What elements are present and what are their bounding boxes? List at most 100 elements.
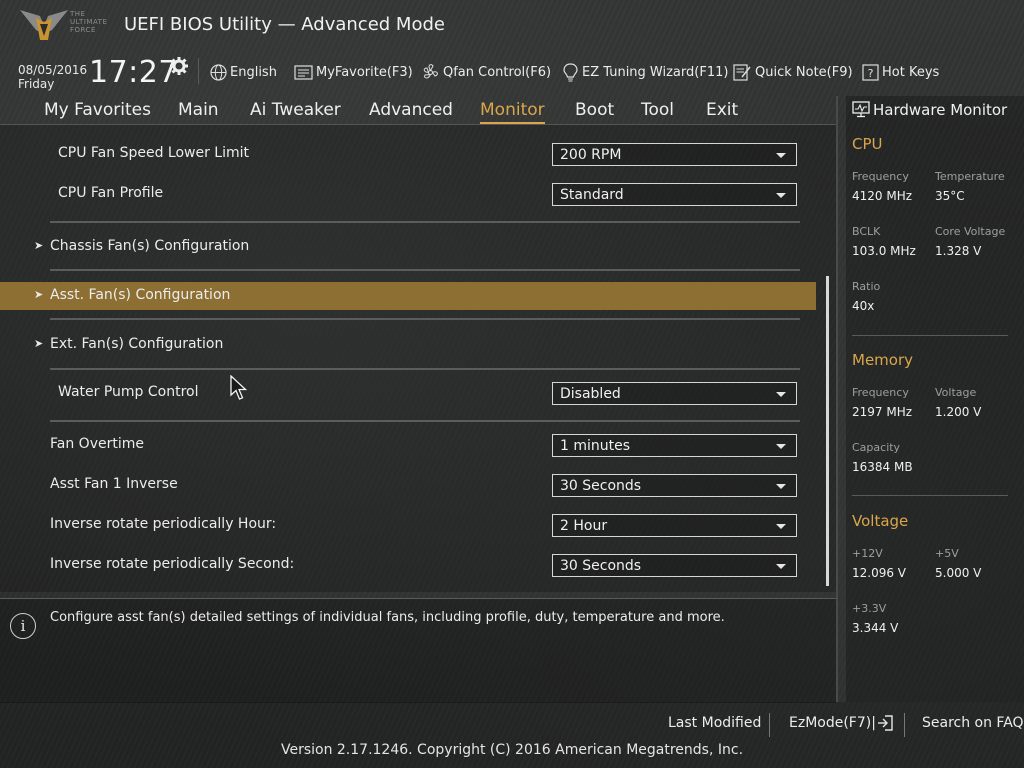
cpu-fan-lower-limit-dropdown[interactable]: 200 RPM (552, 143, 797, 166)
bclk-value: 103.0 MHz (852, 244, 916, 258)
cpu-fan-profile-dropdown[interactable]: Standard (552, 183, 797, 206)
dropdown-caret-icon (776, 484, 786, 489)
tab-boot[interactable]: Boot (575, 100, 614, 120)
fan-overtime-dropdown[interactable]: 1 minutes (552, 434, 797, 457)
cpu-section-heading: CPU (852, 135, 883, 153)
submenu-arrow-icon: ➤ (34, 239, 44, 252)
mouse-cursor-icon (230, 374, 248, 405)
section-divider (50, 318, 800, 320)
globe-icon (210, 63, 227, 81)
submenu-label: Asst. Fan(s) Configuration (50, 287, 231, 303)
memory-voltage-value: 1.200 V (935, 405, 982, 419)
cpu-fan-lower-limit-label: CPU Fan Speed Lower Limit (58, 145, 250, 161)
bclk-label: BCLK (852, 225, 881, 238)
hot-keys-button[interactable]: ? Hot Keys (862, 62, 939, 82)
chassis-fans-submenu[interactable]: ➤ Chassis Fan(s) Configuration (0, 233, 816, 261)
clock-settings-gear-icon[interactable] (170, 57, 188, 79)
qfan-label: Qfan Control(F6) (443, 64, 552, 80)
memory-voltage-label: Voltage (935, 386, 977, 399)
ratio-value: 40x (852, 299, 875, 313)
v12-label: +12V (852, 547, 883, 560)
v5-label: +5V (935, 547, 959, 560)
dropdown-value: 2 Hour (560, 518, 608, 534)
voltage-section-heading: Voltage (852, 512, 909, 530)
dropdown-value: 1 minutes (560, 438, 631, 454)
dropdown-value: 30 Seconds (560, 558, 642, 574)
cpu-fan-profile-label: CPU Fan Profile (58, 185, 164, 201)
asst-fan1-inverse-label: Asst Fan 1 Inverse (50, 476, 178, 492)
hot-keys-label: Hot Keys (882, 64, 940, 80)
help-question-icon: ? (862, 63, 879, 81)
tab-advanced[interactable]: Advanced (369, 100, 453, 120)
tab-ai-tweaker[interactable]: Ai Tweaker (250, 100, 341, 120)
memory-frequency-label: Frequency (852, 386, 909, 399)
day-display: Friday (18, 77, 55, 91)
water-pump-control-label: Water Pump Control (58, 384, 199, 400)
v5-value: 5.000 V (935, 566, 982, 580)
tab-my-favorites[interactable]: My Favorites (44, 100, 151, 120)
submenu-arrow-icon: ➤ (34, 337, 44, 350)
clock-display: 17:27 (89, 55, 178, 90)
dropdown-value: 30 Seconds (560, 478, 642, 494)
logo-text-line2: ULTIMATE (70, 18, 108, 26)
cpu-temperature-value: 35°C (935, 189, 965, 203)
ez-tuning-label: EZ Tuning Wizard(F11) (582, 64, 729, 80)
search-faq-button[interactable]: Search on FAQ (922, 715, 1024, 731)
water-pump-control-dropdown[interactable]: Disabled (552, 382, 797, 405)
submenu-label: Chassis Fan(s) Configuration (50, 238, 250, 254)
submenu-arrow-icon: ➤ (34, 288, 44, 301)
settings-scrollbar[interactable] (826, 276, 829, 586)
tab-main[interactable]: Main (178, 100, 219, 120)
last-modified-button[interactable]: Last Modified (668, 715, 761, 731)
cpu-temperature-label: Temperature (935, 170, 1005, 183)
exit-to-ezmode-icon (877, 715, 893, 731)
submenu-label: Ext. Fan(s) Configuration (50, 336, 224, 352)
dropdown-caret-icon (776, 524, 786, 529)
tab-monitor[interactable]: Monitor (480, 100, 545, 120)
hardware-monitor-title: Hardware Monitor (873, 101, 1008, 119)
footer-separator (904, 713, 905, 737)
myfavorite-label: MyFavorite(F3) (316, 64, 413, 80)
ext-fans-submenu[interactable]: ➤ Ext. Fan(s) Configuration (0, 331, 816, 359)
ezmode-button[interactable]: EzMode(F7)| (789, 715, 893, 731)
v12-value: 12.096 V (852, 566, 907, 580)
dropdown-caret-icon (776, 444, 786, 449)
quick-note-button[interactable]: Quick Note(F9) (733, 62, 853, 82)
footer-bar (0, 702, 1024, 768)
tab-tool[interactable]: Tool (641, 100, 674, 120)
quick-note-label: Quick Note(F9) (755, 64, 853, 80)
dropdown-value: Standard (560, 187, 624, 203)
myfavorite-button[interactable]: MyFavorite(F3) (294, 62, 413, 82)
app-title: UEFI BIOS Utility — Advanced Mode (124, 14, 445, 35)
qfan-control-button[interactable]: Qfan Control(F6) (421, 62, 551, 82)
core-voltage-label: Core Voltage (935, 225, 1006, 238)
tab-exit[interactable]: Exit (706, 100, 738, 120)
asst-fan1-inverse-dropdown[interactable]: 30 Seconds (552, 474, 797, 497)
section-divider (50, 420, 800, 422)
ezmode-label: EzMode(F7)| (789, 715, 876, 731)
section-divider (50, 269, 800, 271)
language-label: English (230, 64, 277, 80)
inverse-rotate-hour-label: Inverse rotate periodically Hour: (50, 516, 277, 532)
ratio-label: Ratio (852, 280, 881, 293)
tuf-logo: THE ULTIMATE FORCE (18, 6, 118, 46)
core-voltage-value: 1.328 V (935, 244, 982, 258)
hw-section-divider (852, 335, 1008, 336)
help-description: Configure asst fan(s) detailed settings … (50, 610, 725, 625)
memory-frequency-value: 2197 MHz (852, 405, 913, 419)
toolbar-separator (198, 58, 199, 84)
inverse-rotate-hour-dropdown[interactable]: 2 Hour (552, 514, 797, 537)
logo-text-line1: THE (70, 10, 86, 18)
section-divider (50, 368, 800, 370)
note-pencil-icon (733, 63, 751, 81)
asst-fans-submenu[interactable]: ➤ Asst. Fan(s) Configuration (0, 282, 816, 310)
v33-value: 3.344 V (852, 621, 899, 635)
inverse-rotate-second-dropdown[interactable]: 30 Seconds (552, 554, 797, 577)
v33-label: +3.3V (852, 602, 887, 615)
panel-divider (836, 96, 838, 702)
dropdown-caret-icon (776, 564, 786, 569)
cpu-frequency-value: 4120 MHz (852, 189, 913, 203)
dropdown-caret-icon (776, 193, 786, 198)
language-button[interactable]: English (210, 62, 277, 82)
ez-tuning-wizard-button[interactable]: EZ Tuning Wizard(F11) (562, 62, 728, 82)
